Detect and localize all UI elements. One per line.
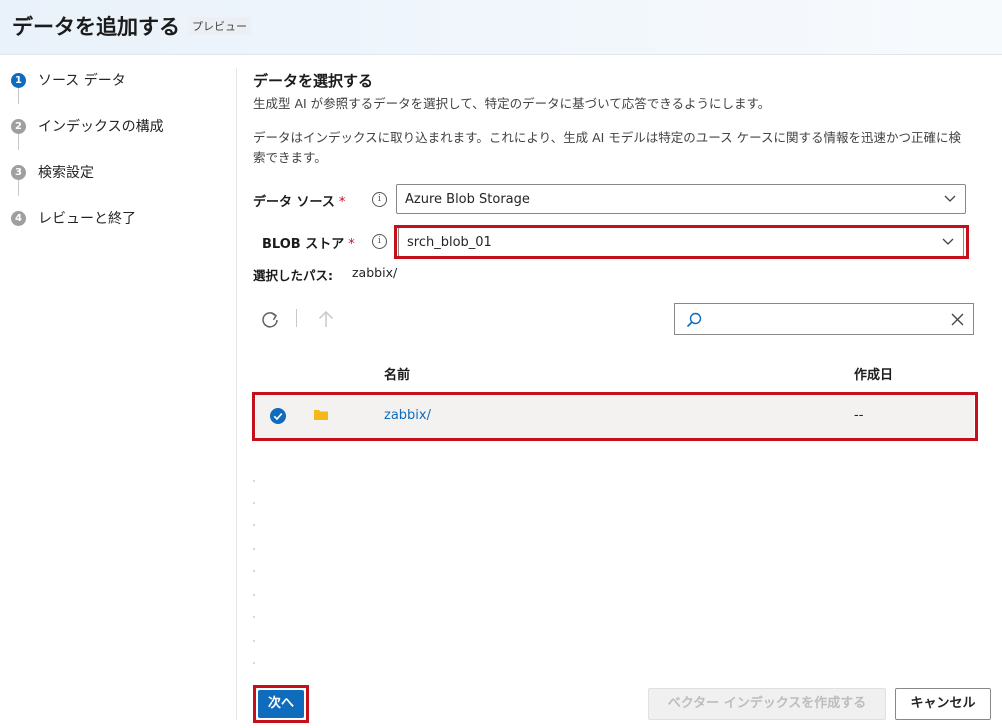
table-row[interactable]: zabbix/ -- — [256, 395, 974, 438]
panel-divider — [236, 68, 237, 720]
search-box[interactable] — [674, 303, 974, 335]
section-info: データはインデックスに取り込まれます。これにより、生成 AI モデルは特定のユー… — [253, 130, 962, 165]
blob-store-label-text: BLOB ストア — [262, 237, 345, 252]
blob-store-dropdown[interactable]: srch_blob_01 — [398, 227, 964, 257]
toolbar-divider — [296, 309, 297, 327]
page-title: データを追加する — [12, 15, 180, 39]
selected-path-label: 選択したパス: — [253, 268, 333, 283]
section-title: データを選択する — [253, 72, 374, 90]
step-connector — [18, 86, 19, 104]
scroll-track — [253, 460, 257, 700]
step-number: 1 — [11, 73, 26, 88]
row-name-link[interactable]: zabbix/ — [384, 408, 431, 423]
column-header-created[interactable]: 作成日 — [854, 364, 893, 383]
checkmark-circle-icon[interactable] — [270, 408, 286, 424]
step-number: 2 — [11, 119, 26, 134]
info-icon[interactable]: i — [372, 234, 387, 249]
blob-store-label: BLOB ストア * — [262, 233, 355, 252]
required-mark: * — [338, 195, 346, 210]
data-source-dropdown[interactable]: Azure Blob Storage — [396, 184, 966, 214]
step-label: 検索設定 — [38, 165, 94, 181]
data-source-label: データ ソース * — [253, 191, 345, 210]
column-header-name[interactable]: 名前 — [384, 364, 410, 383]
cancel-button[interactable]: キャンセル — [895, 688, 991, 720]
blob-store-value: srch_blob_01 — [407, 235, 492, 250]
data-source-label-text: データ ソース — [253, 195, 335, 210]
page-header: データを追加する プレビュー — [0, 0, 1002, 55]
selected-path-value: zabbix/ — [352, 265, 398, 280]
step-number: 3 — [11, 165, 26, 180]
arrow-up-icon[interactable] — [315, 308, 337, 330]
info-icon[interactable]: i — [372, 192, 387, 207]
step-connector — [18, 132, 19, 150]
preview-badge: プレビュー — [188, 17, 251, 35]
search-input[interactable] — [707, 309, 941, 331]
row-created-date: -- — [854, 408, 864, 423]
step-label: ソース データ — [38, 73, 126, 89]
folder-icon — [314, 410, 328, 420]
search-icon — [686, 312, 702, 328]
step-label: レビューと終了 — [38, 211, 136, 227]
chevron-down-icon — [942, 238, 954, 245]
step-number: 4 — [11, 211, 26, 226]
chevron-down-icon — [944, 195, 956, 202]
data-source-value: Azure Blob Storage — [405, 192, 530, 207]
close-icon[interactable] — [951, 313, 964, 326]
refresh-icon[interactable] — [259, 308, 281, 330]
section-description: 生成型 AI が参照するデータを選択して、特定のデータに基づいて応答できるように… — [253, 96, 771, 111]
step-label: インデックスの構成 — [38, 119, 164, 135]
next-button[interactable]: 次へ — [258, 690, 304, 718]
required-mark: * — [348, 237, 355, 252]
step-connector — [18, 178, 19, 196]
create-vector-index-button[interactable]: ベクター インデックスを作成する — [648, 688, 886, 720]
